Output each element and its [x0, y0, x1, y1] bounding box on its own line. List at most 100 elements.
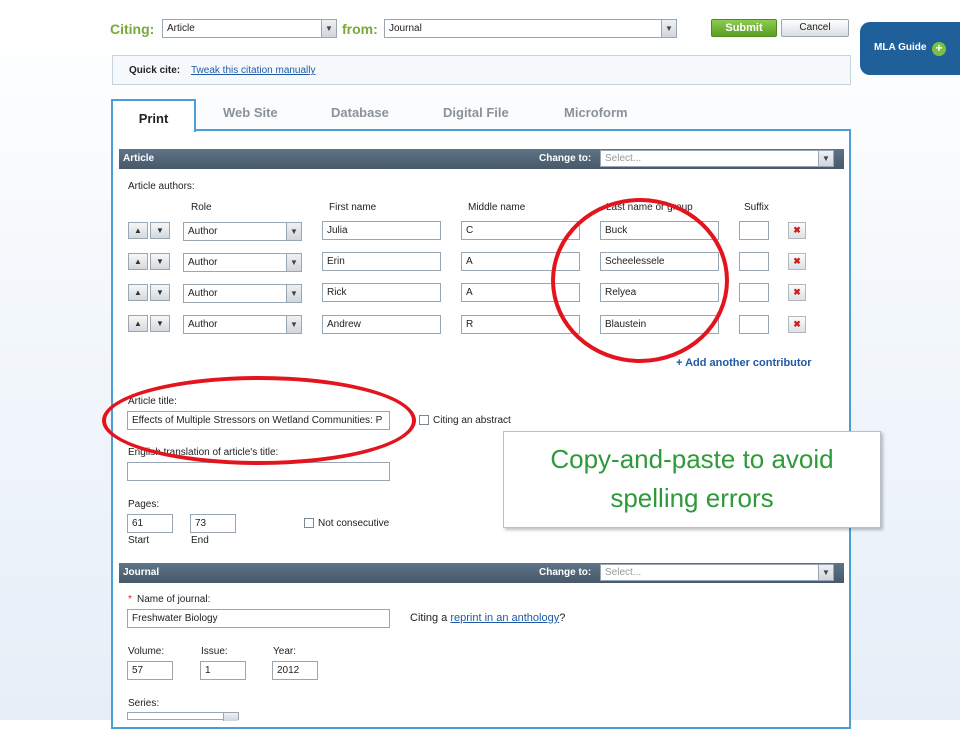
- chevron-down-icon: ▼: [818, 565, 833, 580]
- middle-name-field[interactable]: C: [461, 221, 580, 240]
- required-marker: *: [128, 594, 132, 605]
- reprint-question: Citing a reprint in an anthology?: [410, 612, 565, 624]
- delete-icon[interactable]: ✖: [788, 316, 806, 333]
- from-select[interactable]: Journal ▼: [384, 19, 677, 38]
- citing-label: Citing:: [110, 21, 155, 37]
- move-down-icon[interactable]: ▼: [150, 253, 170, 270]
- mla-guide-button[interactable]: MLA Guide +: [860, 22, 960, 75]
- first-name-field[interactable]: Andrew: [322, 315, 441, 334]
- role-select[interactable]: Author ▼: [183, 284, 302, 303]
- issue-field[interactable]: 1: [200, 661, 246, 680]
- reprint-prefix: Citing a: [410, 612, 448, 624]
- role-value: Author: [188, 319, 218, 330]
- issue-label: Issue:: [201, 646, 228, 657]
- tab-database[interactable]: Database: [331, 105, 389, 135]
- move-down-icon[interactable]: ▼: [150, 315, 170, 332]
- role-value: Author: [188, 226, 218, 237]
- citing-select-value: Article: [167, 23, 195, 34]
- series-label: Series:: [128, 698, 160, 709]
- change-to-label: Change to:: [539, 567, 592, 578]
- volume-label: Volume:: [128, 646, 165, 657]
- role-value: Author: [188, 257, 218, 268]
- reorder-buttons: ▲ ▼: [128, 222, 171, 239]
- plus-icon: +: [932, 42, 946, 56]
- cancel-button[interactable]: Cancel: [781, 19, 849, 37]
- journal-name-label: Name of journal:: [137, 594, 211, 605]
- from-select-value: Journal: [389, 23, 422, 34]
- move-up-icon[interactable]: ▲: [128, 222, 148, 239]
- journal-section-title: Journal: [123, 567, 160, 578]
- role-select[interactable]: Author ▼: [183, 222, 302, 241]
- first-name-field[interactable]: Rick: [322, 283, 441, 302]
- journal-name-field[interactable]: Freshwater Biology: [127, 609, 390, 628]
- chevron-down-icon: ▼: [286, 316, 301, 333]
- first-name-field[interactable]: Julia: [322, 221, 441, 240]
- callout-line-2: spelling errors: [610, 483, 774, 513]
- tab-print[interactable]: Print: [111, 99, 196, 132]
- delete-icon[interactable]: ✖: [788, 253, 806, 270]
- year-field[interactable]: 2012: [272, 661, 318, 680]
- delete-icon[interactable]: ✖: [788, 284, 806, 301]
- role-value: Author: [188, 288, 218, 299]
- reprint-link[interactable]: reprint in an anthology: [450, 612, 559, 624]
- reprint-suffix: ?: [559, 612, 566, 624]
- citing-abstract-checkbox[interactable]: [419, 415, 429, 425]
- chevron-down-icon: ▼: [286, 254, 301, 271]
- highlight-oval-article-title: [102, 376, 416, 465]
- role-select[interactable]: Author ▼: [183, 315, 302, 334]
- first-name-field[interactable]: Erin: [322, 252, 441, 271]
- chevron-down-icon: ▼: [286, 223, 301, 240]
- tab-microform[interactable]: Microform: [564, 105, 628, 135]
- series-select[interactable]: [127, 712, 239, 721]
- submit-button[interactable]: Submit: [711, 19, 777, 37]
- citing-select[interactable]: Article ▼: [162, 19, 337, 38]
- callout-line-1: Copy-and-paste to avoid: [550, 444, 834, 474]
- move-down-icon[interactable]: ▼: [150, 284, 170, 301]
- pages-label: Pages:: [128, 499, 160, 510]
- add-contributor-link[interactable]: + Add another contributor: [676, 357, 812, 369]
- change-to-placeholder: Select...: [605, 153, 642, 164]
- reorder-buttons: ▲ ▼: [128, 253, 171, 270]
- move-up-icon[interactable]: ▲: [128, 284, 148, 301]
- volume-field[interactable]: 57: [127, 661, 173, 680]
- reorder-buttons: ▲ ▼: [128, 315, 171, 332]
- chevron-down-icon: ▼: [286, 285, 301, 302]
- year-label: Year:: [273, 646, 296, 657]
- tab-digital-file[interactable]: Digital File: [443, 105, 509, 135]
- first-name-column-header: First name: [329, 202, 377, 213]
- citing-abstract-label: Citing an abstract: [433, 415, 511, 426]
- mla-guide-label: MLA Guide: [874, 42, 927, 53]
- suffix-field[interactable]: [739, 221, 769, 240]
- move-down-icon[interactable]: ▼: [150, 222, 170, 239]
- start-label: Start: [128, 535, 150, 546]
- pages-start-field[interactable]: 61: [127, 514, 173, 533]
- not-consecutive-checkbox[interactable]: [304, 518, 314, 528]
- delete-icon[interactable]: ✖: [788, 222, 806, 239]
- article-change-to-select[interactable]: Select... ▼: [600, 150, 834, 167]
- article-section-title: Article: [123, 153, 155, 164]
- chevron-down-icon: ▼: [818, 151, 833, 166]
- suffix-column-header: Suffix: [744, 202, 769, 213]
- middle-name-column-header: Middle name: [468, 202, 526, 213]
- change-to-placeholder: Select...: [605, 567, 642, 578]
- change-to-label: Change to:: [539, 153, 592, 164]
- suffix-field[interactable]: [739, 252, 769, 271]
- quick-cite-label: Quick cite:: [129, 65, 181, 76]
- chevron-down-icon: ▼: [321, 20, 336, 37]
- from-label: from:: [342, 21, 378, 37]
- tab-web-site[interactable]: Web Site: [223, 105, 278, 135]
- role-select[interactable]: Author ▼: [183, 253, 302, 272]
- move-up-icon[interactable]: ▲: [128, 315, 148, 332]
- journal-change-to-select[interactable]: Select... ▼: [600, 564, 834, 581]
- pages-end-field[interactable]: 73: [190, 514, 236, 533]
- move-up-icon[interactable]: ▲: [128, 253, 148, 270]
- end-label: End: [191, 535, 209, 546]
- tweak-citation-link[interactable]: Tweak this citation manually: [191, 65, 316, 76]
- quick-cite-bar: Quick cite: Tweak this citation manually: [112, 55, 851, 85]
- suffix-field[interactable]: [739, 283, 769, 302]
- role-column-header: Role: [191, 202, 212, 213]
- not-consecutive-label: Not consecutive: [318, 518, 390, 529]
- reorder-buttons: ▲ ▼: [128, 284, 171, 301]
- suffix-field[interactable]: [739, 315, 769, 334]
- article-authors-label: Article authors:: [128, 181, 195, 192]
